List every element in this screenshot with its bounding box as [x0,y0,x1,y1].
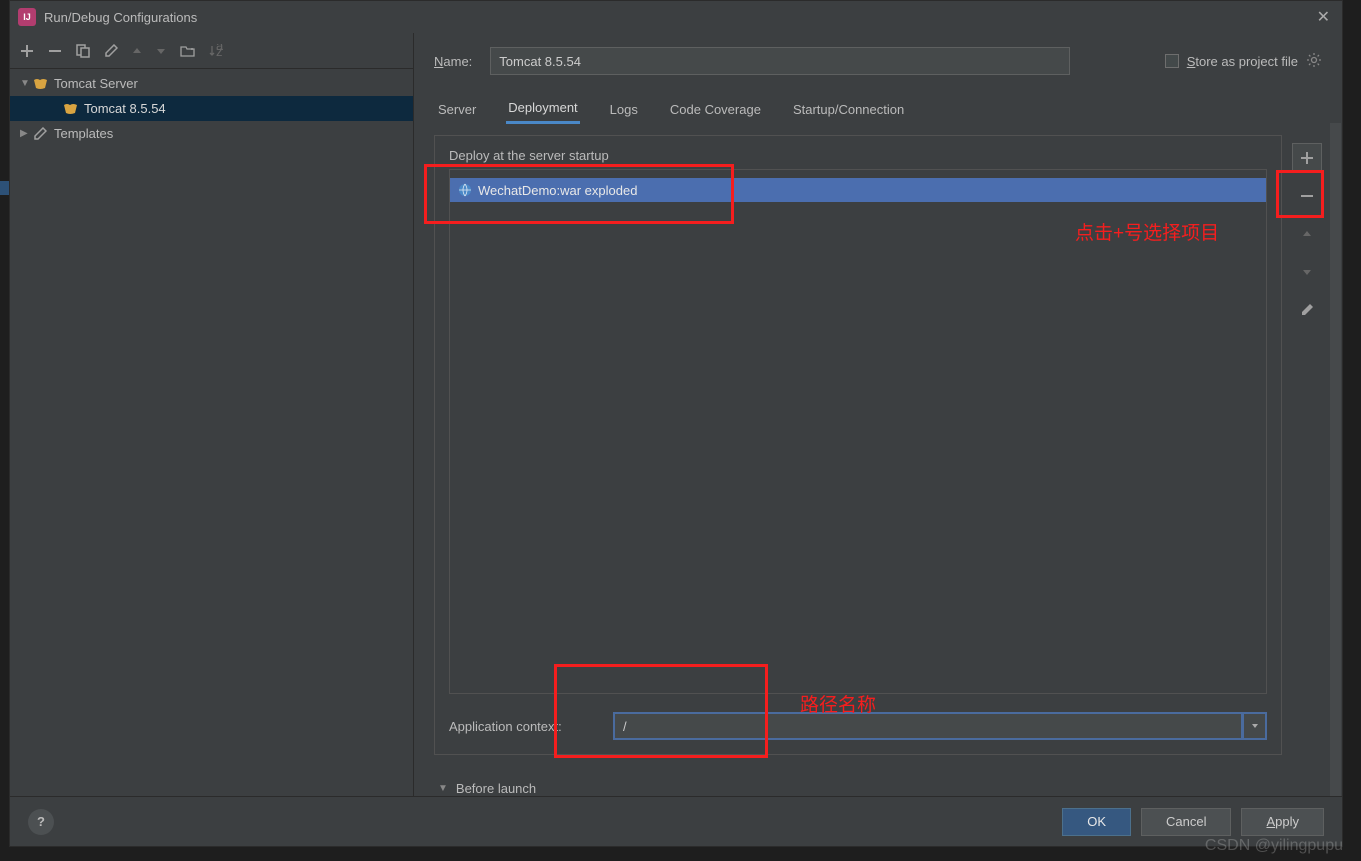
dialog-content: az ▼ Tomcat Server T [10,33,1342,796]
move-up-icon[interactable] [132,46,142,56]
store-label: Store as project file [1187,54,1298,69]
web-artifact-icon [458,183,472,197]
main-left: Server Deployment Logs Code Coverage Sta… [434,93,1282,796]
name-row: Name: Store as project file [434,47,1322,75]
remove-icon[interactable] [48,44,62,58]
name-label: Name: [434,54,472,69]
store-as-project-wrap[interactable]: Store as project file [1165,52,1322,71]
deploy-section-label: Deploy at the server startup [449,148,1267,163]
application-context-row: Application context: [449,712,1267,740]
dialog-footer: ? OK Cancel Apply [10,796,1342,846]
gear-icon[interactable] [1306,52,1322,71]
deploy-up-button[interactable] [1292,219,1322,249]
tomcat-icon [62,101,78,117]
app-logo-icon: IJ [18,8,36,26]
tree-node-tomcat-server[interactable]: ▼ Tomcat Server [10,71,413,96]
deploy-side-buttons [1292,93,1322,796]
deploy-add-button[interactable] [1292,143,1322,173]
tomcat-icon [32,76,48,92]
deploy-edit-button[interactable] [1292,295,1322,325]
appctx-combo [613,712,1267,740]
config-tree: ▼ Tomcat Server Tomcat 8.5.54 ▶ [10,69,413,796]
folder-icon[interactable] [180,44,195,58]
run-debug-dialog: IJ Run/Debug Configurations ✕ [9,0,1343,847]
config-sidebar: az ▼ Tomcat Server T [10,33,414,796]
help-button[interactable]: ? [28,809,54,835]
cancel-button[interactable]: Cancel [1141,808,1231,836]
dialog-body: az ▼ Tomcat Server T [10,33,1342,846]
ok-button[interactable]: OK [1062,808,1131,836]
main-panel: Name: Store as project file Server [414,33,1342,796]
tab-code-coverage[interactable]: Code Coverage [668,96,763,123]
move-down-icon[interactable] [156,46,166,56]
tab-deployment[interactable]: Deployment [506,94,579,124]
appctx-label: Application context: [449,719,599,734]
tab-logs[interactable]: Logs [608,96,640,123]
deploy-down-button[interactable] [1292,257,1322,287]
deploy-artifact-list[interactable]: WechatDemo:war exploded [449,169,1267,694]
appctx-dropdown-button[interactable] [1243,712,1267,740]
titlebar: IJ Run/Debug Configurations ✕ [10,1,1342,33]
svg-text:z: z [216,44,223,58]
chevron-down-icon: ▼ [438,783,448,794]
wrench-icon [32,126,48,142]
apply-button[interactable]: Apply [1241,808,1324,836]
before-launch-label: Before launch [456,781,536,796]
store-checkbox[interactable] [1165,54,1179,68]
add-icon[interactable] [20,44,34,58]
window-title: Run/Debug Configurations [44,10,197,25]
vertical-scrollbar[interactable] [1330,123,1341,796]
deploy-remove-button[interactable] [1292,181,1322,211]
appctx-input[interactable] [613,712,1243,740]
tree-label: Tomcat 8.5.54 [84,101,166,116]
config-name-input[interactable] [490,47,1070,75]
config-tabs: Server Deployment Logs Code Coverage Sta… [434,93,1282,125]
sort-icon[interactable]: az [209,44,223,58]
close-icon[interactable]: ✕ [1313,7,1334,27]
deployment-panel: Deploy at the server startup WechatDemo:… [434,135,1282,755]
tree-node-templates[interactable]: ▶ Templates [10,121,413,146]
tree-node-tomcat-instance[interactable]: Tomcat 8.5.54 [10,96,413,121]
background-strip [0,181,9,195]
copy-icon[interactable] [76,44,90,58]
tree-label: Templates [54,126,113,141]
before-launch-section[interactable]: ▼ Before launch [438,781,1282,796]
edit-templates-icon[interactable] [104,44,118,58]
chevron-down-icon: ▼ [20,78,32,89]
tab-startup-connection[interactable]: Startup/Connection [791,96,906,123]
tree-label: Tomcat Server [54,76,138,91]
watermark: CSDN @yilingpupu [1205,837,1343,855]
chevron-right-icon: ▶ [20,128,32,139]
main-body: Server Deployment Logs Code Coverage Sta… [434,93,1322,796]
sidebar-toolbar: az [10,33,413,69]
deploy-artifact-label: WechatDemo:war exploded [478,183,637,198]
tab-server[interactable]: Server [436,96,478,123]
deploy-artifact-item[interactable]: WechatDemo:war exploded [450,178,1266,202]
